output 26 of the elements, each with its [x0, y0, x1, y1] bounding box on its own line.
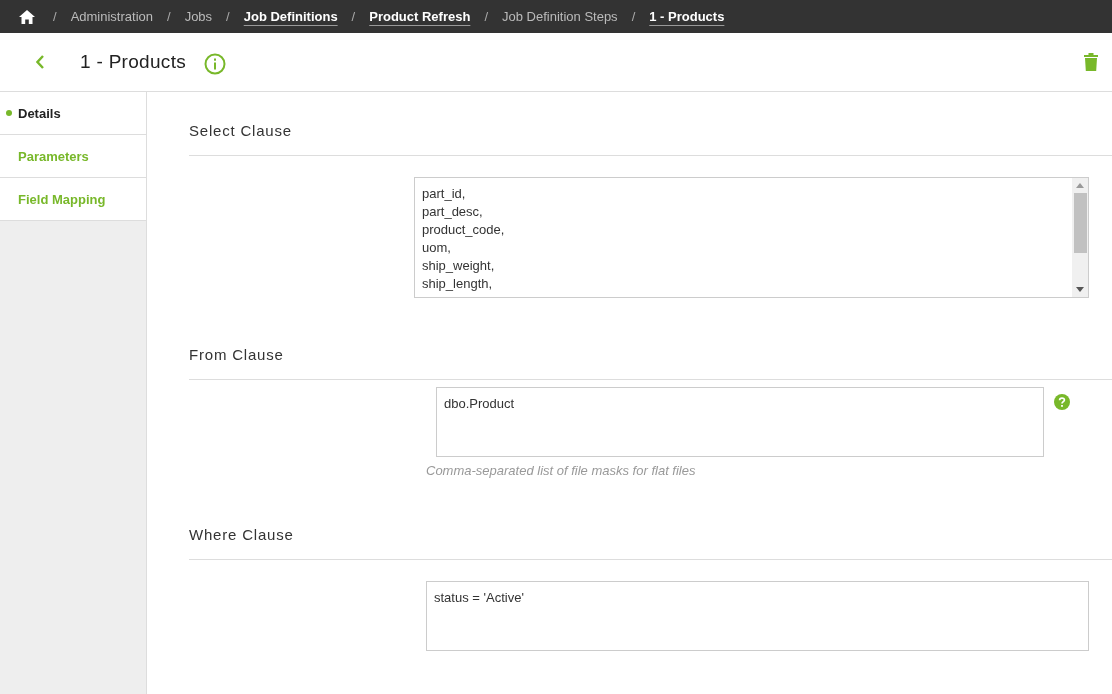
section-title: Where Clause — [189, 526, 1112, 560]
help-icon[interactable] — [1054, 394, 1070, 410]
info-icon[interactable] — [204, 52, 227, 75]
text-area[interactable]: dbo.Product — [437, 388, 1043, 456]
breadcrumb-link[interactable]: 1 - Products — [649, 9, 725, 24]
breadcrumb-separator: / — [484, 9, 488, 24]
help-text: Comma-separated list of file masks for flat files — [425, 463, 697, 478]
sidebar-item[interactable]: Details — [0, 92, 146, 135]
breadcrumb-link[interactable]: Administration — [70, 9, 153, 24]
section-title: Select Clause — [189, 122, 1112, 156]
breadcrumb-separator: / — [53, 9, 57, 24]
breadcrumb-link[interactable]: Jobs — [184, 9, 213, 24]
breadcrumb-separator: / — [226, 9, 230, 24]
home-icon[interactable] — [19, 9, 35, 24]
breadcrumb-link[interactable]: Product Refresh — [369, 9, 471, 24]
breadcrumb-link[interactable]: Job Definitions — [243, 9, 338, 24]
trash-icon[interactable] — [1084, 53, 1098, 71]
back-icon[interactable] — [36, 55, 44, 69]
text-area[interactable]: status = 'Active' — [427, 582, 1088, 650]
breadcrumb-separator: / — [631, 9, 636, 24]
scrollbar[interactable] — [1072, 178, 1088, 297]
page-title: 1 - Products — [80, 51, 187, 73]
section-title: From Clause — [189, 346, 1112, 380]
breadcrumb-separator: / — [351, 9, 356, 24]
breadcrumb-link[interactable]: Job Definition Steps — [502, 9, 618, 24]
breadcrumb-separator: / — [167, 9, 171, 24]
